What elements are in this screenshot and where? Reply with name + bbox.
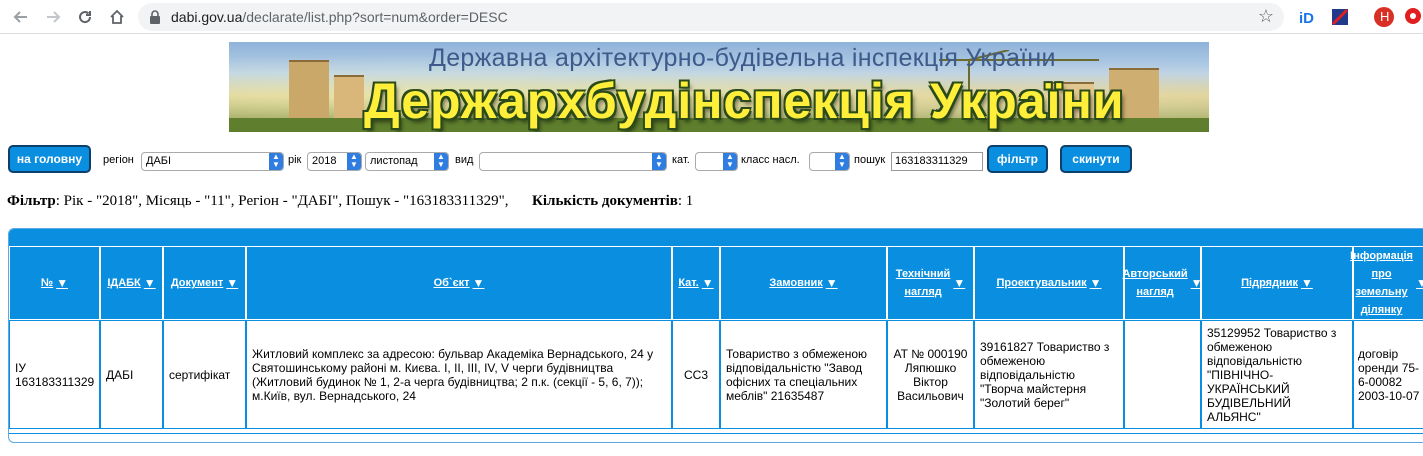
document-count-value: : 1 [677, 193, 694, 209]
home-button[interactable]: на головну [8, 145, 91, 173]
cell-idabk: ДАБІ [100, 320, 163, 429]
document-count-label: Кількість документів [531, 193, 678, 209]
banner-title: Держархбудінспекція України [364, 73, 1125, 129]
header-customer[interactable]: Замовник ▼ [720, 246, 887, 320]
cell-customer: Товариство з обмеженою відповідальністю … [720, 320, 887, 429]
kind-select[interactable]: ▲ ▼ [479, 152, 667, 171]
header-contractor[interactable]: Підрядник ▼ [1201, 246, 1353, 320]
search-label: пошук [854, 154, 886, 166]
header-author-supervision[interactable]: Авторський нагляд ▼ [1122, 246, 1203, 320]
month-select-value: листопад [370, 155, 418, 167]
header-document[interactable]: Документ ▼ [163, 246, 246, 320]
site-banner: Державна архітектурно-будівельна інспекц… [229, 42, 1209, 132]
header-designer[interactable]: Проектувальник ▼ [974, 246, 1124, 320]
select-arrows-icon: ▲ ▼ [652, 153, 666, 170]
header-category[interactable]: Кат. ▼ [672, 246, 720, 320]
cell-land-info: договір оренди 75-6-00082 2003-10-07 [1353, 320, 1423, 429]
reload-icon[interactable] [72, 4, 98, 30]
lock-icon [148, 9, 164, 25]
filter-button[interactable]: фільтр [987, 145, 1048, 173]
year-select[interactable]: 2018 ▲ ▼ [307, 152, 362, 171]
kind-label: вид [455, 154, 474, 166]
sort-triangle-icon: ▼ [226, 276, 239, 290]
filter-summary-label: Фільтр [7, 193, 56, 209]
address-bar[interactable]: dabi.gov.ua/declarate/list.php?sort=num&… [138, 3, 1284, 31]
filter-summary: Фільтр: Рік - "2018", Місяць - "11", Рег… [7, 193, 693, 210]
cell-tech-supervision: АТ № 000190 Ляпюшко Віктор Васильович [887, 320, 974, 429]
select-arrows-icon: ▲ ▼ [347, 153, 361, 170]
cell-document: сертифікат [163, 320, 246, 429]
class-select[interactable]: ▲ ▼ [809, 152, 850, 171]
extension-image-icon[interactable] [1330, 7, 1350, 27]
category-select[interactable]: ▲ ▼ [695, 152, 738, 171]
year-label: рік [288, 154, 302, 166]
url-text: dabi.gov.ua/declarate/list.php?sort=num&… [171, 9, 508, 25]
sort-triangle-icon: ▼ [701, 276, 714, 290]
svg-text:iD: iD [1299, 10, 1314, 27]
cell-num: ІУ 163183311329 [9, 320, 100, 429]
extension-d-icon[interactable]: iD [1297, 7, 1317, 27]
forward-arrow-icon[interactable] [40, 4, 66, 30]
sort-triangle-icon: ▼ [953, 276, 966, 290]
bookmark-star-icon[interactable]: ☆ [1258, 6, 1274, 27]
browser-toolbar: dabi.gov.ua/declarate/list.php?sort=num&… [0, 0, 1423, 34]
header-land-info[interactable]: Інформація про земельну ділянку▼ [1350, 246, 1423, 320]
header-tech-supervision[interactable]: Технічний нагляд ▼ [887, 246, 974, 320]
select-arrows-icon: ▲ ▼ [835, 153, 849, 170]
header-object[interactable]: Об`єкт ▼ [246, 246, 672, 320]
sort-triangle-icon: ▼ [1300, 276, 1313, 290]
cell-category: СС3 [672, 320, 720, 429]
region-select-value: ДАБІ [146, 155, 172, 167]
sort-triangle-icon: ▼ [56, 276, 69, 290]
header-num[interactable]: № ▼ [9, 246, 100, 320]
header-idabk[interactable]: ІДАБК ▼ [100, 246, 163, 320]
profile-avatar[interactable]: H [1374, 7, 1394, 27]
sort-triangle-icon: ▼ [825, 276, 838, 290]
year-select-value: 2018 [312, 155, 337, 167]
cell-designer: 39161827 Товариство з обмеженою відповід… [974, 320, 1124, 429]
search-input[interactable]: 163183311329 [891, 152, 983, 171]
category-label: кат. [672, 154, 690, 166]
back-arrow-icon[interactable] [8, 4, 34, 30]
cell-author-supervision [1124, 320, 1201, 429]
extension-red-icon[interactable] [1404, 7, 1423, 27]
filter-bar: на головну регіон ДАБІ ▲ ▼ рік 2018 ▲ ▼ ли… [0, 145, 1423, 179]
select-arrows-icon: ▲ ▼ [723, 153, 737, 170]
documents-table: № ▼ ІДАБК ▼ Документ ▼ Об`єкт ▼ Кат. ▼ Замовн… [8, 228, 1423, 443]
reset-button[interactable]: скинути [1060, 145, 1132, 173]
month-select[interactable]: листопад ▲ ▼ [365, 152, 449, 171]
class-label: класс насл. [741, 154, 800, 166]
cell-object: Житловий комплекс за адресою: бульвар Ак… [246, 320, 672, 429]
home-icon[interactable] [104, 4, 130, 30]
filter-summary-text: : Рік - "2018", Місяць - "11", Регіон - … [55, 193, 509, 209]
select-arrows-icon: ▲ ▼ [269, 153, 283, 170]
region-label: регіон [103, 154, 134, 166]
profile-initial: H [1380, 9, 1390, 24]
banner-subtitle: Державна архітектурно-будівельна інспекц… [429, 44, 1056, 72]
region-select[interactable]: ДАБІ ▲ ▼ [141, 152, 284, 171]
sort-triangle-icon: ▼ [143, 276, 156, 290]
select-arrows-icon: ▲ ▼ [434, 153, 448, 170]
cell-contractor: 35129952 Товариство з обмеженою відповід… [1201, 320, 1353, 429]
sort-triangle-icon: ▼ [1089, 276, 1102, 290]
sort-triangle-icon: ▼ [472, 276, 485, 290]
sort-triangle-icon: ▼ [1416, 274, 1423, 292]
